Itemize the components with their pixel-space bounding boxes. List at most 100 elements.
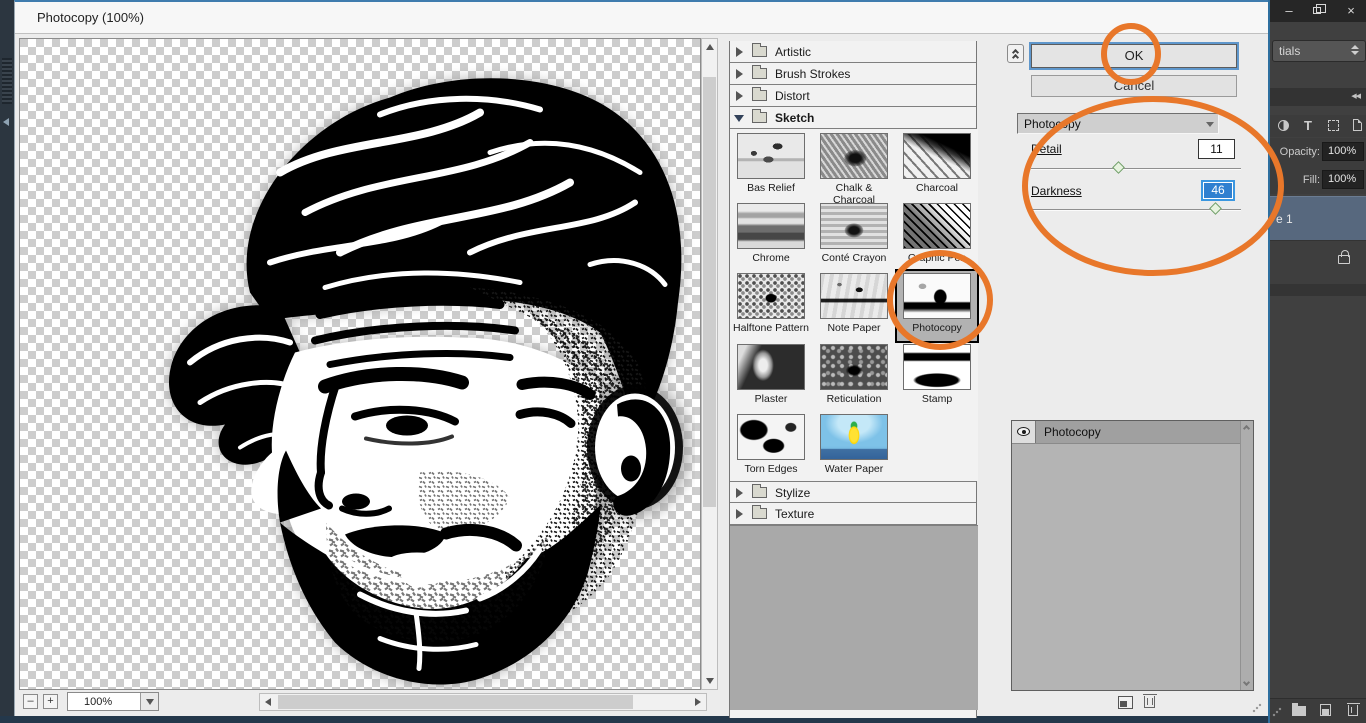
effect-layer-label: Photocopy	[1044, 425, 1101, 439]
preview-horizontal-scrollbar[interactable]	[259, 693, 707, 711]
category-sketch[interactable]: Sketch	[730, 107, 976, 129]
horizontal-scroll-thumb[interactable]	[278, 695, 633, 709]
detail-value-input[interactable]: 11	[1198, 139, 1235, 159]
dialog-resize-grip[interactable]	[1251, 702, 1263, 714]
detail-slider-thumb[interactable]	[1112, 161, 1125, 174]
workspace-updown-icon	[1351, 45, 1359, 55]
preview-vertical-scrollbar[interactable]	[701, 38, 718, 690]
category-label: Brush Strokes	[775, 67, 850, 81]
delete-effect-layer-button[interactable]	[1144, 696, 1155, 708]
restore-button[interactable]	[1306, 3, 1328, 19]
dialog-titlebar[interactable]: Photocopy (100%)	[15, 2, 1268, 34]
category-label: Stylize	[775, 486, 810, 500]
thumbnail-image	[903, 133, 971, 179]
category-brush-strokes[interactable]: Brush Strokes	[730, 63, 976, 85]
minimize-button[interactable]: –	[1278, 3, 1300, 19]
darkness-value-input[interactable]: 46	[1201, 180, 1235, 201]
filter-select-dropdown[interactable]: Photocopy	[1017, 113, 1219, 134]
filter-thumb-conte-crayon[interactable]: Conté Crayon	[814, 201, 894, 271]
zoom-level-select[interactable]: 100%	[67, 692, 159, 711]
expander-collapsed-icon[interactable]	[736, 47, 743, 57]
type-icon[interactable]: T	[1304, 118, 1312, 133]
panel-divider	[1270, 284, 1366, 296]
filter-thumb-torn-edges[interactable]: Torn Edges	[731, 412, 811, 482]
resize-grip-icon[interactable]	[1272, 707, 1282, 717]
scroll-left-icon[interactable]	[265, 698, 271, 706]
chevron-up-icon	[1012, 54, 1019, 61]
expander-expanded-icon[interactable]	[734, 115, 744, 122]
expander-collapsed-icon[interactable]	[736, 91, 743, 101]
workspace-label: tials	[1279, 44, 1300, 58]
detail-slider[interactable]	[1031, 168, 1241, 170]
filter-thumb-charcoal[interactable]: Charcoal	[897, 131, 977, 201]
new-layer-icon[interactable]	[1320, 704, 1331, 716]
darkness-slider-thumb[interactable]	[1209, 202, 1222, 215]
zoom-in-button[interactable]: +	[43, 694, 58, 709]
panel-collapse-button[interactable]: ◀◀	[1270, 88, 1366, 106]
preview-bottom-bar: – + 100%	[19, 692, 718, 714]
fill-value[interactable]: 100%	[1322, 170, 1364, 189]
effect-list-scrollbar[interactable]	[1240, 421, 1253, 690]
filter-thumb-reticulation[interactable]: Reticulation	[814, 342, 894, 412]
collapse-left-arrow-icon[interactable]	[3, 118, 9, 126]
chevron-down-icon	[146, 699, 154, 705]
folder-icon	[752, 46, 767, 57]
layer-row-background[interactable]	[1270, 240, 1366, 284]
category-stylize[interactable]: Stylize	[730, 481, 976, 503]
adjustment-icon[interactable]	[1278, 120, 1289, 131]
zoom-out-button[interactable]: –	[23, 694, 38, 709]
thumbnail-image	[903, 344, 971, 390]
scroll-right-icon[interactable]	[695, 698, 701, 706]
layers-panel-footer	[1270, 698, 1366, 723]
effect-layer-row-photocopy[interactable]: Photocopy	[1012, 421, 1241, 444]
category-artistic[interactable]: Artistic	[730, 41, 976, 63]
filter-thumb-bas-relief[interactable]: Bas Relief	[731, 131, 811, 201]
close-button[interactable]: ×	[1340, 3, 1362, 19]
category-distort[interactable]: Distort	[730, 85, 976, 107]
preview-canvas[interactable]	[19, 38, 701, 690]
filter-category-list: Artistic Brush Strokes Distort Sketch Ba…	[729, 41, 977, 718]
zoom-dropdown[interactable]	[140, 693, 158, 710]
expander-collapsed-icon[interactable]	[736, 69, 743, 79]
visibility-toggle[interactable]	[1012, 421, 1036, 443]
ok-button[interactable]: OK	[1031, 44, 1237, 68]
filter-thumb-photocopy-selected[interactable]: Photocopy	[897, 271, 977, 341]
chevron-down-icon	[1206, 122, 1214, 127]
thumbnail-image	[737, 133, 805, 179]
folder-icon	[752, 487, 767, 498]
opacity-value[interactable]: 100%	[1322, 142, 1364, 161]
scroll-up-icon[interactable]	[1243, 425, 1250, 432]
marquee-icon[interactable]	[1328, 120, 1339, 131]
expander-collapsed-icon[interactable]	[736, 509, 743, 519]
layer-row-selected[interactable]: e 1	[1270, 196, 1366, 240]
scroll-up-icon[interactable]	[706, 44, 714, 50]
filter-thumb-graphic-pen[interactable]: Graphic Pen	[897, 201, 977, 271]
thumbnail-image	[820, 203, 888, 249]
category-texture[interactable]: Texture	[730, 503, 976, 525]
vertical-scroll-thumb[interactable]	[703, 77, 716, 507]
filter-thumb-water-paper[interactable]: Water Paper	[814, 412, 894, 482]
filter-thumb-note-paper[interactable]: Note Paper	[814, 271, 894, 341]
filter-list-empty-area	[730, 525, 978, 710]
panel-grip	[2, 58, 12, 104]
delete-layer-icon[interactable]	[1348, 705, 1358, 716]
cancel-button[interactable]: Cancel	[1031, 75, 1237, 97]
expander-collapsed-icon[interactable]	[736, 488, 743, 498]
thumbnail-image	[903, 273, 971, 319]
collapse-thumbnails-button[interactable]	[1007, 44, 1024, 63]
scroll-down-icon[interactable]	[1243, 679, 1250, 686]
toolbar-edge-strip	[0, 0, 14, 723]
workspace-selector[interactable]: tials	[1272, 40, 1366, 62]
darkness-slider[interactable]	[1031, 209, 1241, 211]
filter-thumb-chrome[interactable]: Chrome	[731, 201, 811, 271]
filter-thumb-plaster[interactable]: Plaster	[731, 342, 811, 412]
new-group-icon[interactable]	[1292, 706, 1306, 716]
filter-thumb-chalk-charcoal[interactable]: Chalk & Charcoal	[814, 131, 894, 201]
eye-icon	[1017, 427, 1030, 436]
new-effect-layer-button[interactable]	[1118, 696, 1133, 709]
scroll-down-icon[interactable]	[706, 678, 714, 684]
folder-icon	[752, 508, 767, 519]
filter-thumb-halftone-pattern[interactable]: Halftone Pattern	[731, 271, 811, 341]
filter-thumb-stamp[interactable]: Stamp	[897, 342, 977, 412]
page-icon[interactable]	[1353, 119, 1362, 131]
